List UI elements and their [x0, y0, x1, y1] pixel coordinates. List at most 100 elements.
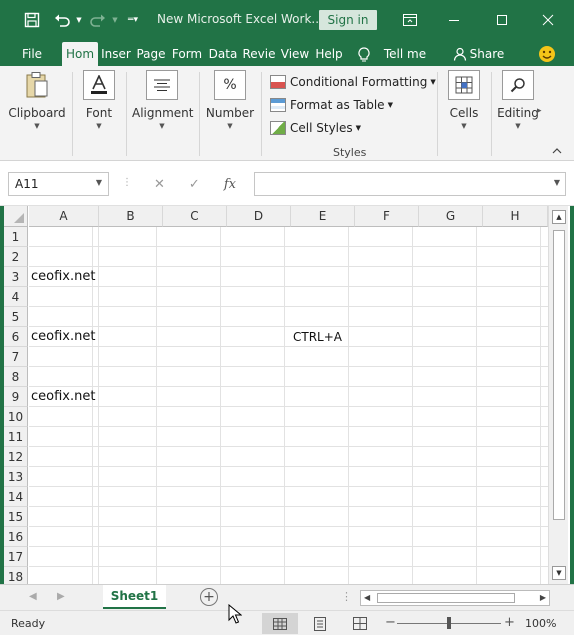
share-button[interactable]: Share — [469, 42, 505, 66]
lightbulb-icon[interactable] — [354, 42, 374, 66]
cell-a9[interactable]: ceofix.net — [31, 387, 95, 407]
worksheet-grid[interactable]: A B C D E F G H 1 2 3 4 5 6 7 8 9 10 11 … — [4, 206, 570, 584]
undo-icon[interactable] — [52, 8, 72, 32]
cell-e6[interactable]: CTRL+A — [293, 327, 342, 347]
scroll-down-icon[interactable]: ▼ — [552, 566, 566, 580]
format-as-table-icon — [270, 98, 286, 112]
tell-me-search[interactable]: Tell me — [380, 42, 430, 66]
maximize-icon[interactable] — [488, 6, 516, 34]
smiley-icon[interactable] — [536, 42, 558, 66]
zoom-out-icon[interactable]: − — [385, 615, 396, 630]
column-header-f[interactable]: F — [355, 206, 419, 227]
row-header-6[interactable]: 6 — [4, 327, 28, 347]
name-box-value: A11 — [15, 177, 39, 191]
horizontal-scrollbar[interactable]: ◀ ▶ — [360, 590, 550, 606]
name-box[interactable]: A11 ▼ — [8, 172, 109, 196]
row-header-16[interactable]: 16 — [4, 527, 28, 547]
vertical-scroll-thumb[interactable] — [553, 230, 565, 520]
cells-group[interactable]: Cells ▼ — [442, 70, 486, 154]
row-header-14[interactable]: 14 — [4, 487, 28, 507]
vertical-scrollbar[interactable]: ▲ ▼ — [548, 206, 568, 584]
cell-a3[interactable]: ceofix.net — [31, 267, 95, 287]
page-layout-view-icon[interactable] — [302, 613, 338, 634]
tab-help[interactable]: Help — [313, 42, 345, 66]
tab-review[interactable]: Revie — [242, 42, 276, 66]
row-header-5[interactable]: 5 — [4, 307, 28, 327]
row-header-1[interactable]: 1 — [4, 227, 28, 247]
cell-a6[interactable]: ceofix.net — [31, 327, 95, 347]
add-sheet-icon[interactable]: + — [200, 588, 218, 606]
row-header-11[interactable]: 11 — [4, 427, 28, 447]
column-gridline — [98, 227, 99, 584]
select-all-button[interactable] — [4, 206, 28, 227]
tab-view[interactable]: View — [279, 42, 311, 66]
row-header-17[interactable]: 17 — [4, 547, 28, 567]
row-header-13[interactable]: 13 — [4, 467, 28, 487]
window-title: New Microsoft Excel Work... — [157, 12, 323, 26]
undo-dropdown-icon[interactable]: ▼ — [74, 8, 84, 32]
insert-function-icon[interactable]: fx — [224, 177, 236, 192]
row-header-18[interactable]: 18 — [4, 567, 28, 584]
next-sheet-icon[interactable]: ▶ — [57, 591, 65, 602]
save-icon[interactable] — [22, 8, 42, 32]
zoom-slider-knob[interactable] — [447, 617, 451, 629]
font-group[interactable]: Font ▼ — [80, 70, 118, 154]
page-break-view-icon[interactable] — [342, 613, 378, 634]
prev-sheet-icon[interactable]: ◀ — [29, 591, 37, 602]
scroll-up-icon[interactable]: ▲ — [552, 210, 566, 224]
conditional-formatting-button[interactable]: Conditional Formatting ▼ — [270, 72, 436, 92]
number-group[interactable]: % Number ▼ — [204, 70, 256, 154]
scroll-right-icon[interactable]: ▶ — [540, 593, 546, 602]
chevron-down-icon[interactable]: ▼ — [554, 178, 560, 187]
row-header-4[interactable]: 4 — [4, 287, 28, 307]
column-header-c[interactable]: C — [163, 206, 227, 227]
row-header-3[interactable]: 3 — [4, 267, 28, 287]
row-header-12[interactable]: 12 — [4, 447, 28, 467]
column-header-a[interactable]: A — [29, 206, 99, 227]
editing-group[interactable]: Editing ▼ — [496, 70, 540, 154]
formula-actions: ✕ ✓ fx — [142, 172, 248, 196]
ribbon-scroll-right-icon[interactable]: ▸ — [537, 106, 542, 116]
tab-split-handle-icon[interactable]: ⋮ — [341, 590, 352, 603]
row-header-10[interactable]: 10 — [4, 407, 28, 427]
tab-data[interactable]: Data — [207, 42, 239, 66]
tab-page-layout[interactable]: Page — [135, 42, 167, 66]
row-header-15[interactable]: 15 — [4, 507, 28, 527]
enter-icon[interactable]: ✓ — [189, 177, 200, 192]
scroll-left-icon[interactable]: ◀ — [364, 593, 370, 602]
chevron-down-icon[interactable]: ▼ — [96, 178, 102, 187]
row-header-9[interactable]: 9 — [4, 387, 28, 407]
formula-input[interactable]: ▼ — [254, 172, 566, 196]
share-person-icon[interactable] — [450, 42, 470, 66]
sheet-tab-sheet1[interactable]: Sheet1 — [103, 585, 166, 609]
row-header-8[interactable]: 8 — [4, 367, 28, 387]
column-header-h[interactable]: H — [483, 206, 548, 227]
cell-area[interactable]: ceofix.net ceofix.net CTRL+A ceofix.net — [29, 227, 548, 584]
customize-qat-icon[interactable]: ═▾ — [126, 8, 140, 32]
cell-styles-button[interactable]: Cell Styles ▼ — [270, 118, 361, 138]
column-header-g[interactable]: G — [419, 206, 483, 227]
tab-home[interactable]: Hom — [62, 42, 98, 66]
close-icon[interactable] — [534, 6, 562, 34]
tab-formulas[interactable]: Form — [170, 42, 204, 66]
ribbon-display-icon[interactable] — [396, 6, 424, 34]
alignment-group[interactable]: Alignment ▼ — [132, 70, 193, 154]
row-header-2[interactable]: 2 — [4, 247, 28, 267]
tab-file[interactable]: File — [14, 42, 50, 66]
clipboard-group[interactable]: Clipboard ▼ — [8, 70, 66, 154]
minimize-icon[interactable] — [440, 6, 468, 34]
zoom-in-icon[interactable]: + — [504, 615, 515, 630]
column-header-e[interactable]: E — [291, 206, 355, 227]
format-as-table-button[interactable]: Format as Table ▼ — [270, 95, 393, 115]
column-header-d[interactable]: D — [227, 206, 291, 227]
formula-bar-handle-icon[interactable]: ⋮ — [122, 177, 132, 188]
normal-view-icon[interactable] — [262, 613, 298, 634]
tab-insert[interactable]: Inser — [100, 42, 132, 66]
sign-in-button[interactable]: Sign in — [319, 10, 377, 30]
column-header-b[interactable]: B — [99, 206, 163, 227]
cancel-icon[interactable]: ✕ — [154, 177, 165, 192]
row-header-7[interactable]: 7 — [4, 347, 28, 367]
zoom-level[interactable]: 100% — [525, 617, 556, 630]
collapse-ribbon-icon[interactable] — [552, 146, 562, 157]
horizontal-scroll-thumb[interactable] — [377, 593, 515, 603]
